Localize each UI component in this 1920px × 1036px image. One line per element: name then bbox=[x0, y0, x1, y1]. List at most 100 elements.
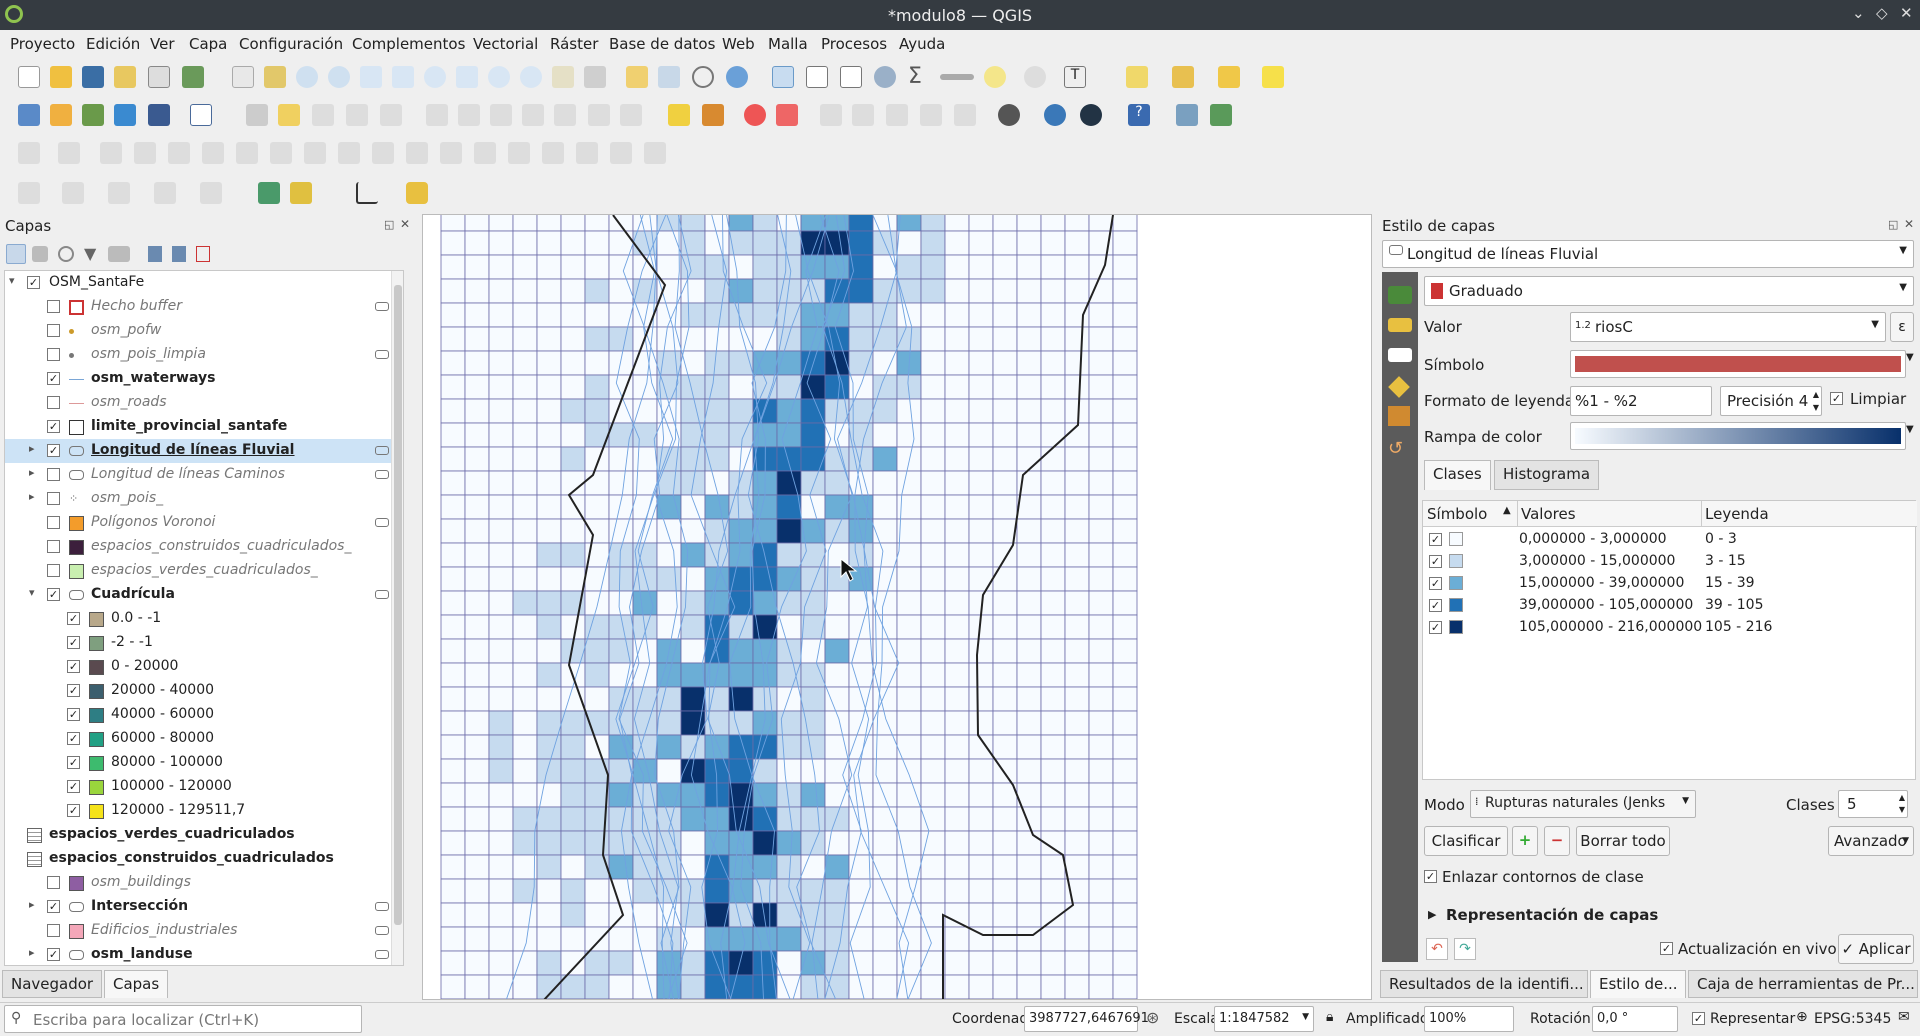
label-tool-icon[interactable] bbox=[668, 104, 690, 126]
layer-indicator-icon[interactable] bbox=[375, 590, 389, 599]
undo-style-icon[interactable]: ↶ bbox=[1426, 938, 1448, 960]
class-symbol-swatch[interactable] bbox=[1449, 620, 1463, 634]
chevron-down-icon[interactable]: ▼ bbox=[1906, 424, 1914, 435]
lock-scale-icon[interactable]: 🔒︎ bbox=[1326, 1009, 1333, 1025]
class-values[interactable]: 0,000000 - 3,000000 bbox=[1519, 531, 1667, 547]
labels-tab-icon[interactable] bbox=[1388, 318, 1412, 332]
chevron-down-icon[interactable]: ▼ bbox=[1906, 352, 1914, 363]
tab-histograma[interactable]: Histograma bbox=[1494, 460, 1600, 490]
map-canvas[interactable] bbox=[422, 214, 1372, 1000]
new-temp-layer-icon[interactable] bbox=[148, 104, 170, 126]
add-group-icon[interactable] bbox=[32, 246, 48, 262]
aplicar-button[interactable]: ✓ Aplicar bbox=[1838, 934, 1914, 964]
class-checkbox[interactable]: ✓ bbox=[1429, 599, 1442, 612]
layer-tree-item[interactable]: ✓ 100000 - 120000 bbox=[5, 775, 403, 799]
close-styling-icon[interactable]: ✕ bbox=[1904, 217, 1914, 231]
open-style-panel-icon[interactable] bbox=[6, 244, 26, 264]
layer-rendering-section[interactable]: Representación de capas bbox=[1446, 906, 1658, 924]
class-row[interactable]: ✓ 3,000000 - 15,000000 3 - 15 bbox=[1423, 551, 1917, 573]
graph-icon[interactable] bbox=[356, 182, 378, 204]
menu-raster[interactable]: Ráster bbox=[550, 35, 598, 53]
menu-configuracion[interactable]: Configuración bbox=[239, 35, 343, 53]
layer-visibility-checkbox[interactable] bbox=[47, 924, 60, 937]
layer-tree-item[interactable]: ✓ 120000 - 129511,7 bbox=[5, 799, 403, 823]
layer-tree-item[interactable]: ▾ ✓ OSM_SantaFe bbox=[5, 271, 403, 295]
class-legend[interactable]: 39 - 105 bbox=[1705, 597, 1764, 613]
filter-legend-icon[interactable]: ▼ bbox=[84, 244, 96, 263]
limpiar-checkbox[interactable]: ✓ bbox=[1830, 392, 1843, 405]
layer-tree-item[interactable]: ✓ 80000 - 100000 bbox=[5, 751, 403, 775]
plugin-icon[interactable] bbox=[998, 104, 1020, 126]
layer-visibility-checkbox[interactable]: ✓ bbox=[47, 588, 60, 601]
crs-globe-icon[interactable]: ⊕ bbox=[1796, 1009, 1808, 1025]
layer-visibility-checkbox[interactable] bbox=[47, 300, 60, 313]
menu-proyecto[interactable]: Proyecto bbox=[10, 35, 75, 53]
new-virtual-layer-icon[interactable] bbox=[190, 104, 212, 126]
layer-visibility-checkbox[interactable]: ✓ bbox=[67, 636, 80, 649]
classes-spinbox[interactable]: 5 ▲ ▼ bbox=[1838, 790, 1908, 818]
class-values[interactable]: 15,000000 - 39,000000 bbox=[1519, 575, 1684, 591]
link-boundaries-checkbox[interactable]: ✓ bbox=[1424, 870, 1437, 883]
class-checkbox[interactable]: ✓ bbox=[1429, 555, 1442, 568]
class-legend[interactable]: 0 - 3 bbox=[1705, 531, 1737, 547]
avanzado-button[interactable]: Avanzado ▼ bbox=[1828, 826, 1914, 856]
georeferencer-icon[interactable] bbox=[1176, 104, 1198, 126]
identify-icon[interactable] bbox=[772, 66, 794, 88]
valor-field-selector[interactable]: 1.2 riosC ▼ bbox=[1570, 312, 1886, 342]
zoom-layer-icon[interactable] bbox=[424, 66, 446, 88]
manage-themes-icon[interactable] bbox=[58, 246, 74, 262]
layer-tree-scrollbar[interactable] bbox=[391, 271, 403, 965]
temporal-controller-icon[interactable] bbox=[692, 66, 714, 88]
pin-labels-icon[interactable] bbox=[744, 104, 766, 126]
crs-label[interactable]: EPSG:5345 bbox=[1814, 1011, 1891, 1027]
live-update-checkbox[interactable]: ✓ bbox=[1660, 942, 1673, 955]
renderer-selector[interactable]: Graduado ▼ bbox=[1424, 276, 1914, 306]
masks-tab-icon[interactable] bbox=[1388, 348, 1412, 362]
expand-arrow-icon[interactable]: ▸ bbox=[29, 442, 35, 455]
layer-tree-item[interactable]: osm_pofw bbox=[5, 319, 403, 343]
style-manager-icon[interactable] bbox=[182, 66, 204, 88]
toggle-extents-icon[interactable]: ⊛ bbox=[1146, 1008, 1159, 1027]
expand-arrow-icon[interactable]: ▾ bbox=[29, 586, 35, 599]
menu-procesos[interactable]: Procesos bbox=[821, 35, 887, 53]
menu-web[interactable]: Web bbox=[722, 35, 755, 53]
new-geopackage-icon[interactable] bbox=[50, 104, 72, 126]
zoom-last-icon[interactable] bbox=[488, 66, 510, 88]
show-bookmarks-icon[interactable] bbox=[658, 66, 680, 88]
profile-tool-icon[interactable] bbox=[290, 182, 312, 204]
layer-tree-item[interactable]: ✓ osm_waterways bbox=[5, 367, 403, 391]
layer-visibility-checkbox[interactable]: ✓ bbox=[67, 684, 80, 697]
diagrams-tab-icon[interactable] bbox=[1388, 406, 1410, 426]
layer-visibility-checkbox[interactable]: ✓ bbox=[47, 900, 60, 913]
class-symbol-swatch[interactable] bbox=[1449, 576, 1463, 590]
menu-capa[interactable]: Capa bbox=[189, 35, 227, 53]
map-render[interactable] bbox=[423, 215, 1372, 1000]
layer-visibility-checkbox[interactable] bbox=[47, 516, 60, 529]
reload-plugin-icon[interactable] bbox=[1210, 104, 1232, 126]
globe-icon[interactable] bbox=[1080, 104, 1102, 126]
minimize-icon[interactable]: ⌄ bbox=[1852, 4, 1865, 22]
layer-tree-item[interactable]: ✓ 60000 - 80000 bbox=[5, 727, 403, 751]
layer-tree-item[interactable]: ▸ Longitud de líneas Caminos bbox=[5, 463, 403, 487]
zoom-in-icon[interactable] bbox=[296, 66, 318, 88]
new-shapefile-icon[interactable] bbox=[82, 104, 104, 126]
float-panel-icon[interactable]: ◱ bbox=[384, 218, 394, 231]
collapse-all-icon[interactable] bbox=[172, 246, 186, 262]
select-location-icon[interactable] bbox=[1262, 66, 1284, 88]
layer-tree-item[interactable]: Edificios_industriales bbox=[5, 919, 403, 943]
layer-visibility-checkbox[interactable]: ✓ bbox=[67, 708, 80, 721]
menu-base-de-datos[interactable]: Base de datos bbox=[609, 35, 715, 53]
layer-tree-item[interactable]: ✓ 0 - 20000 bbox=[5, 655, 403, 679]
layer-visibility-checkbox[interactable]: ✓ bbox=[47, 948, 60, 961]
menu-ver[interactable]: Ver bbox=[150, 35, 175, 53]
class-values[interactable]: 3,000000 - 15,000000 bbox=[1519, 553, 1675, 569]
pan-icon[interactable] bbox=[232, 66, 254, 88]
layer-tree-item[interactable]: ▸ ⁘ osm_pois_ bbox=[5, 487, 403, 511]
expression-button[interactable]: ε bbox=[1890, 312, 1914, 342]
menu-complementos[interactable]: Complementos bbox=[352, 35, 465, 53]
layer-tree-item[interactable]: ✓ 20000 - 40000 bbox=[5, 679, 403, 703]
zoom-full-icon[interactable] bbox=[360, 66, 382, 88]
open-project-icon[interactable] bbox=[50, 66, 72, 88]
tab-resultados-identificacion[interactable]: Resultados de la identifi... bbox=[1380, 970, 1588, 998]
layer-indicator-icon[interactable] bbox=[375, 902, 389, 911]
